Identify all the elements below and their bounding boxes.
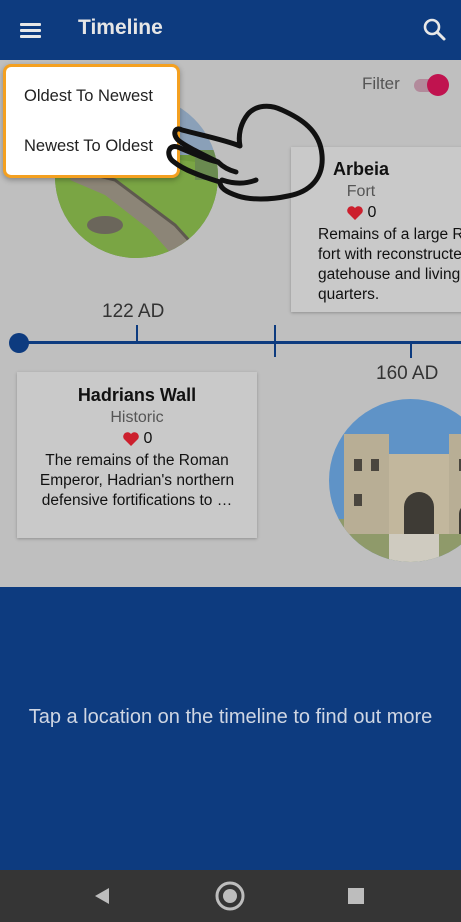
heart-icon [346,206,363,220]
hamburger-menu-icon[interactable] [18,19,44,41]
sort-menu: Oldest To Newest Newest To Oldest [3,64,180,178]
tick-mark [136,325,138,341]
back-triangle-icon[interactable] [92,886,112,911]
sort-newest-to-oldest[interactable]: Newest To Oldest [24,137,153,156]
home-circle-icon[interactable] [214,880,246,917]
card-likes: 0 [27,430,247,448]
system-nav-bar [0,870,461,922]
likes-count: 0 [367,204,377,221]
instruction-text: Tap a location on the timeline to find o… [28,706,433,728]
pointing-hand-icon [166,103,325,202]
year-label: 122 AD [102,301,165,322]
card-description: Remains of a large Roman fort with recon… [318,226,461,303]
app-bar: Timeline [0,0,461,60]
card-description: The remains of the Roman Emperor, Hadria… [39,452,235,509]
timeline-axis [18,341,461,344]
heart-icon [122,432,139,446]
tick-mark [274,325,276,357]
sort-oldest-to-newest[interactable]: Oldest To Newest [24,87,153,106]
recents-square-icon[interactable] [347,887,365,910]
card-type: Historic [110,409,164,426]
likes-count: 0 [143,430,153,447]
year-label: 160 AD [376,363,439,384]
search-icon[interactable] [421,16,449,44]
hadrians-wall-card[interactable]: Hadrians Wall Historic 0 The remains of … [17,372,257,538]
info-panel: Tap a location on the timeline to find o… [0,587,461,870]
arbeia-photo[interactable] [329,399,461,562]
page-title: Timeline [78,16,163,39]
card-title: Hadrians Wall [77,385,197,405]
filter-toggle[interactable] [412,74,449,96]
tick-mark [410,344,412,358]
timeline-start-dot[interactable] [9,333,29,353]
filter-label: Filter [362,74,400,93]
